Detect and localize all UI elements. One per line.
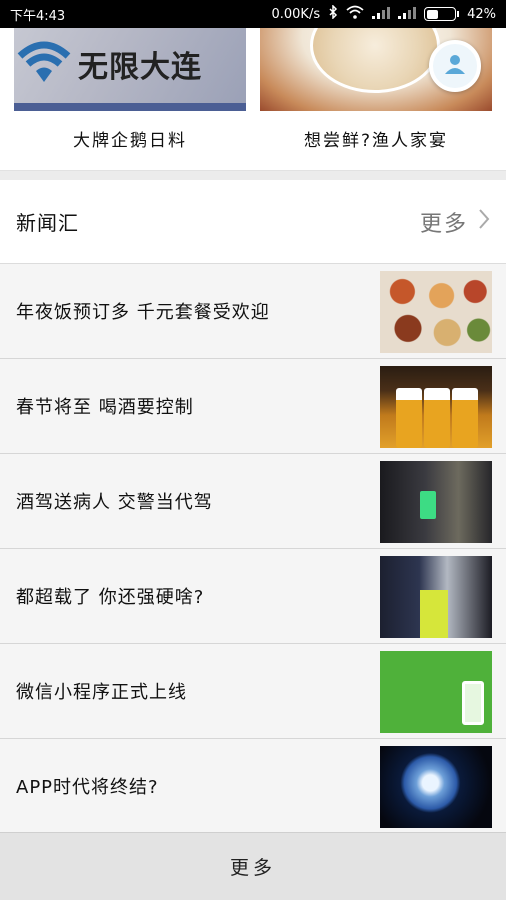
section-divider: [0, 170, 506, 180]
section-title: 新闻汇: [16, 211, 79, 235]
battery-percent: 42%: [467, 6, 496, 22]
news-headline: 春节将至 喝酒要控制: [16, 397, 194, 418]
feature-caption-left: 大牌企鹅日料: [73, 131, 187, 151]
feature-image-left: 无限大连: [14, 28, 246, 111]
status-indicators: 0.00K/s 42%: [271, 4, 496, 23]
chevron-right-icon: [478, 208, 490, 236]
feature-card-left[interactable]: 无限大连 大牌企鹅日料: [14, 28, 246, 151]
signal-icon-2: [398, 6, 417, 23]
feature-row: 无限大连 大牌企鹅日料 想尝鲜?渔人家宴: [0, 28, 506, 170]
news-thumbnail: [380, 556, 492, 638]
wifi-icon: [346, 5, 364, 23]
logo-text: 无限大连: [78, 50, 202, 85]
news-item[interactable]: 酒驾送病人 交警当代驾: [0, 454, 506, 549]
news-headline: 微信小程序正式上线: [16, 682, 187, 703]
section-more-label: 更多: [419, 211, 468, 237]
news-thumbnail: [380, 651, 492, 733]
load-more-button[interactable]: 更多: [0, 832, 506, 900]
news-thumbnail: [380, 746, 492, 828]
news-section-header: 新闻汇 更多: [0, 180, 506, 264]
news-headline: 年夜饭预订多 千元套餐受欢迎: [16, 302, 270, 323]
news-headline: 都超载了 你还强硬啥?: [16, 587, 205, 608]
feature-caption-right: 想尝鲜?渔人家宴: [303, 131, 449, 151]
news-thumbnail: [380, 366, 492, 448]
news-headline: APP时代将终结?: [16, 777, 159, 798]
bluetooth-icon: [328, 4, 338, 23]
news-item[interactable]: 年夜饭预订多 千元套餐受欢迎: [0, 264, 506, 359]
news-item[interactable]: 微信小程序正式上线: [0, 644, 506, 739]
news-item[interactable]: APP时代将终结?: [0, 739, 506, 834]
news-item[interactable]: 都超载了 你还强硬啥?: [0, 549, 506, 644]
news-thumbnail: [380, 271, 492, 353]
news-item[interactable]: 春节将至 喝酒要控制: [0, 359, 506, 454]
signal-icon-1: [372, 6, 391, 23]
news-headline: 酒驾送病人 交警当代驾: [16, 492, 213, 513]
section-more-link[interactable]: 更多: [420, 206, 490, 238]
status-time: 下午4:43: [10, 8, 66, 24]
user-icon: [443, 52, 467, 80]
status-bar: 下午4:43 0.00K/s 42%: [0, 0, 506, 28]
wifi-logo-icon: [16, 38, 72, 88]
user-avatar-button[interactable]: [429, 40, 481, 92]
network-speed: 0.00K/s: [271, 6, 321, 22]
battery-icon: [424, 7, 460, 21]
load-more-label: 更多: [229, 857, 276, 879]
news-thumbnail: [380, 461, 492, 543]
news-list: 年夜饭预订多 千元套餐受欢迎 春节将至 喝酒要控制 酒驾送病人 交警当代驾 都超…: [0, 264, 506, 834]
